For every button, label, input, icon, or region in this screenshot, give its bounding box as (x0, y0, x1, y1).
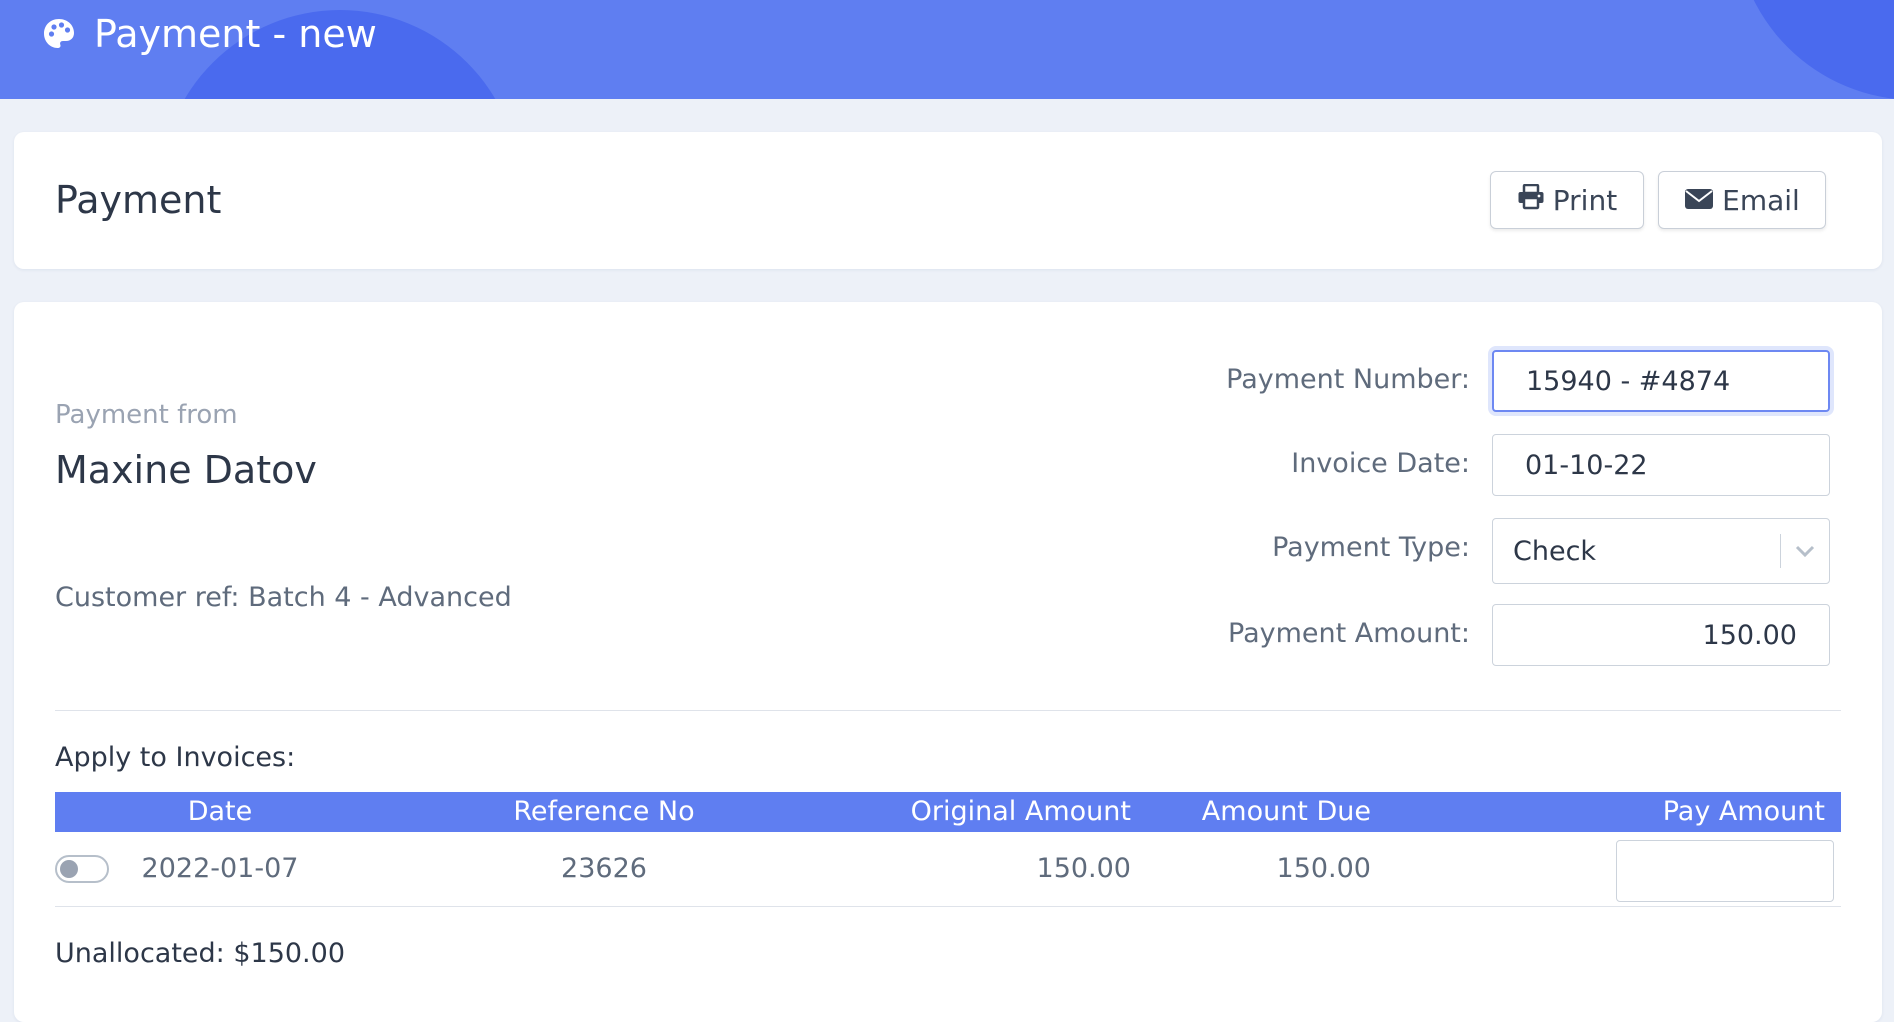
customer-name: Maxine Datov (55, 448, 317, 492)
column-header-date: Date (187, 796, 253, 827)
page-title: Payment (55, 178, 222, 222)
table-row: 2022-01-07 23626 150.00 150.00 (55, 832, 1841, 907)
payment-number-input[interactable] (1492, 350, 1830, 412)
invoice-select-toggle[interactable] (55, 855, 109, 883)
email-label: Email (1722, 183, 1800, 217)
page-header-card: Payment Print Email (14, 132, 1882, 269)
column-header-amount-due: Amount Due (1201, 796, 1371, 827)
chevron-down-icon[interactable] (1781, 544, 1829, 558)
apply-invoices-title: Apply to Invoices: (55, 742, 296, 773)
column-header-original-amount: Original Amount (910, 796, 1131, 827)
window-title-text: Payment - new (94, 12, 377, 56)
toggle-knob (60, 860, 78, 878)
row-amount-due: 150.00 (1276, 853, 1371, 884)
window-title: Payment - new (42, 12, 377, 56)
palette-icon (42, 17, 76, 51)
payment-type-value: Check (1513, 535, 1597, 567)
row-date: 2022-01-07 (141, 853, 299, 884)
payment-type-select[interactable]: Check (1492, 518, 1830, 584)
invoice-date-label: Invoice Date: (1291, 448, 1470, 479)
printer-icon (1517, 183, 1545, 217)
email-button[interactable]: Email (1658, 171, 1826, 229)
row-reference: 23626 (561, 853, 647, 884)
payment-form-card: Payment from Maxine Datov Customer ref: … (14, 302, 1882, 1022)
payment-amount-label: Payment Amount: (1228, 618, 1470, 649)
column-header-reference: Reference No (513, 796, 695, 827)
payment-type-label: Payment Type: (1272, 532, 1470, 563)
top-bar: Payment - new (0, 0, 1894, 99)
pay-amount-input[interactable] (1616, 840, 1834, 902)
unallocated-total: Unallocated: $150.00 (55, 938, 345, 969)
envelope-icon (1684, 184, 1714, 217)
section-divider (55, 710, 1841, 711)
row-original-amount: 150.00 (1036, 853, 1131, 884)
payment-number-label: Payment Number: (1226, 364, 1470, 395)
invoices-table-header: Date Reference No Original Amount Amount… (55, 792, 1841, 832)
decorative-circle (1735, 0, 1894, 99)
payment-from-label: Payment from (55, 400, 238, 430)
print-label: Print (1552, 183, 1618, 217)
column-header-pay-amount: Pay Amount (1662, 796, 1825, 827)
payment-amount-input[interactable] (1492, 604, 1830, 666)
invoice-date-input[interactable] (1492, 434, 1830, 496)
print-button[interactable]: Print (1490, 171, 1644, 229)
customer-ref: Customer ref: Batch 4 - Advanced (55, 582, 512, 613)
